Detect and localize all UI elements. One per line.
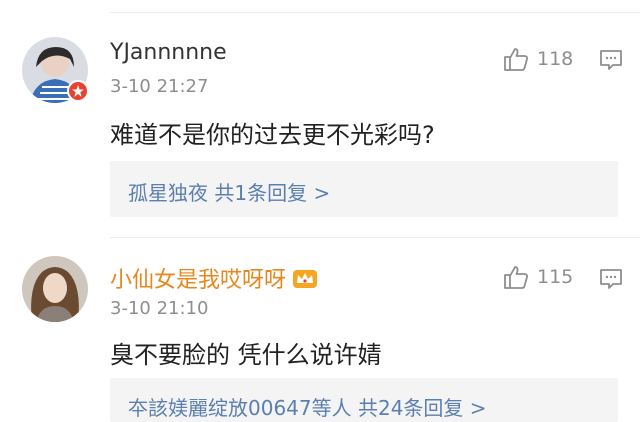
reply-button[interactable] xyxy=(599,48,623,76)
comment-bubble-icon xyxy=(600,50,622,70)
reply-preview-box[interactable]: 孤星独夜 共1条回复 > xyxy=(110,161,618,217)
crown-icon xyxy=(292,267,318,295)
comment-text: 难道不是你的过去更不光彩吗? xyxy=(110,121,435,149)
comment-bubble-icon xyxy=(600,269,622,289)
comment-text: 臭不要脸的 凭什么说许婧 xyxy=(110,341,382,369)
username-text: 小仙女是我哎呀呀 xyxy=(110,268,287,293)
reply-preview-link[interactable]: 孤星独夜 共1条回复 > xyxy=(128,177,330,206)
top-divider xyxy=(110,12,640,13)
thumbs-up-icon xyxy=(504,48,528,71)
reply-button[interactable] xyxy=(599,267,623,295)
like-count: 115 xyxy=(537,266,574,288)
vip-badge-icon xyxy=(67,80,89,102)
thumbs-up-icon xyxy=(504,266,528,289)
comment-divider xyxy=(110,237,640,238)
like-count: 118 xyxy=(537,48,574,70)
username[interactable]: YJannnnne xyxy=(110,40,227,65)
reply-preview-link[interactable]: 夲該媄麗绽放00647等人 共24条回复 > xyxy=(128,392,487,421)
like-button[interactable]: 118 xyxy=(503,46,573,72)
username[interactable]: 小仙女是我哎呀呀 xyxy=(110,262,318,295)
comment-time: 3-10 21:10 xyxy=(110,298,209,319)
comment-time: 3-10 21:27 xyxy=(110,76,209,97)
like-button[interactable]: 115 xyxy=(503,264,573,290)
reply-preview-box[interactable]: 夲該媄麗绽放00647等人 共24条回复 > xyxy=(110,378,618,422)
avatar[interactable] xyxy=(22,256,88,322)
